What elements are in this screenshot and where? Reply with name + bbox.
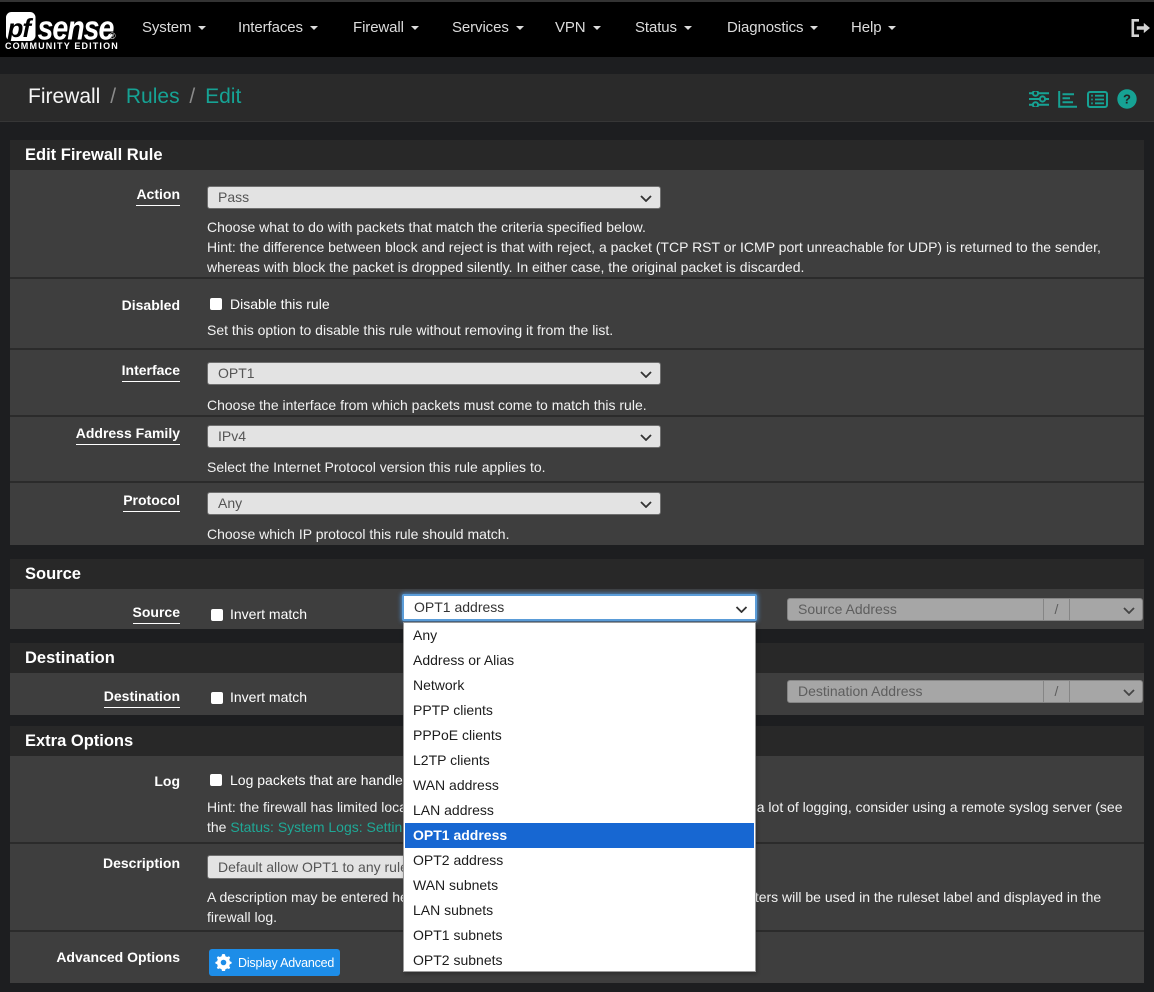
- svg-text:®: ®: [109, 31, 116, 41]
- svg-text:pf: pf: [7, 13, 34, 43]
- svg-text:sense: sense: [38, 10, 114, 44]
- svg-text:?: ?: [1123, 92, 1131, 107]
